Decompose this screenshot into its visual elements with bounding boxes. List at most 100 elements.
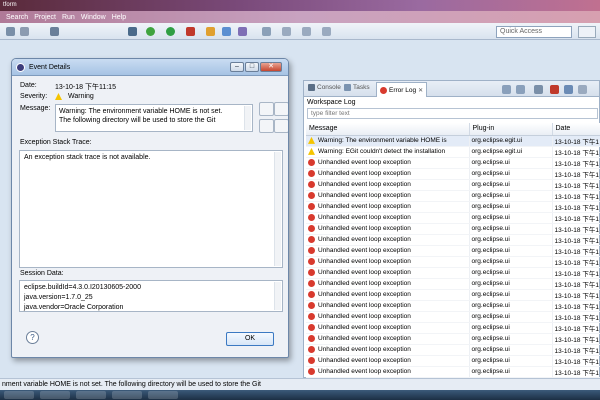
tab-error-log[interactable]: Error Log ✕ <box>376 82 428 97</box>
plugin-cell: org.eclipse.ui <box>469 179 553 191</box>
table-row[interactable]: Unhandled event loop exceptionorg.eclips… <box>306 267 600 279</box>
copy-icon[interactable] <box>274 119 288 133</box>
menu-run[interactable]: Run <box>62 14 75 21</box>
menu-help[interactable]: Help <box>112 14 126 21</box>
previous-entry-button[interactable] <box>259 102 274 116</box>
table-row[interactable]: Unhandled event loop exceptionorg.eclips… <box>306 322 600 334</box>
help-icon[interactable]: ? <box>26 331 39 344</box>
column-header-plugin[interactable]: Plug-in <box>469 123 553 136</box>
severity-value-group: Warning <box>55 93 94 100</box>
error-icon <box>308 224 315 232</box>
restore-icon[interactable] <box>578 85 587 94</box>
print-icon[interactable] <box>20 27 29 36</box>
export-log-icon[interactable] <box>502 85 511 94</box>
close-icon[interactable]: ✕ <box>418 87 423 94</box>
message-cell: Unhandled event loop exception <box>306 245 470 257</box>
table-row[interactable]: Unhandled event loop exceptionorg.eclips… <box>306 366 600 378</box>
table-row[interactable]: Unhandled event loop exceptionorg.eclips… <box>306 245 600 257</box>
message-label: Message: <box>20 105 51 112</box>
sort-icon[interactable] <box>259 119 274 133</box>
annotation-icon[interactable] <box>282 27 291 36</box>
stack-trace-area[interactable]: An exception stack trace is not availabl… <box>19 150 283 268</box>
filter-input[interactable]: type filter text <box>307 108 598 119</box>
new-package-icon[interactable] <box>206 27 215 36</box>
message-cell: Unhandled event loop exception <box>306 267 470 279</box>
table-row[interactable]: Unhandled event loop exceptionorg.eclips… <box>306 278 600 290</box>
skip-breakpoints-icon[interactable] <box>128 27 137 36</box>
search-toolbar-icon[interactable] <box>262 27 271 36</box>
table-row[interactable]: Unhandled event loop exceptionorg.eclips… <box>306 344 600 356</box>
plugin-cell: org.eclipse.ui <box>469 201 553 213</box>
quick-access-input[interactable]: Quick Access <box>496 26 572 38</box>
save-icon[interactable] <box>6 27 15 36</box>
ok-button[interactable]: OK <box>226 332 274 346</box>
trace-scrollbar[interactable] <box>274 152 281 266</box>
date-cell: 13-10-18 下午1 <box>552 212 600 224</box>
table-row[interactable]: Unhandled event loop exceptionorg.eclips… <box>306 355 600 367</box>
message-cell: Unhandled event loop exception <box>306 212 470 224</box>
new-class-icon[interactable] <box>222 27 231 36</box>
date-cell: 13-10-18 下午1 <box>552 223 600 235</box>
column-header-message[interactable]: Message <box>306 123 470 136</box>
tab-console[interactable]: Console <box>308 84 341 91</box>
session-scrollbar[interactable] <box>274 282 281 310</box>
table-row[interactable]: Unhandled event loop exceptionorg.eclips… <box>306 168 600 180</box>
menu-window[interactable]: Window <box>81 14 106 21</box>
menu-search[interactable]: Search <box>6 14 28 21</box>
table-row[interactable]: Unhandled event loop exceptionorg.eclips… <box>306 256 600 268</box>
plugin-cell: org.eclipse.ui <box>469 344 553 356</box>
table-row[interactable]: Unhandled event loop exceptionorg.eclips… <box>306 333 600 345</box>
table-row[interactable]: Unhandled event loop exceptionorg.eclips… <box>306 289 600 301</box>
taskbar-button[interactable] <box>40 391 70 399</box>
plugin-cell: org.eclipse.ui <box>469 289 553 301</box>
taskbar-button[interactable] <box>4 391 34 399</box>
table-row[interactable]: Unhandled event loop exceptionorg.eclips… <box>306 212 600 224</box>
maximize-icon[interactable]: □ <box>245 62 259 72</box>
message-cell: Unhandled event loop exception <box>306 311 470 323</box>
table-row[interactable]: Unhandled event loop exceptionorg.eclips… <box>306 311 600 323</box>
table-row[interactable]: Unhandled event loop exceptionorg.eclips… <box>306 201 600 213</box>
toggle-icon[interactable] <box>50 27 59 36</box>
minimize-icon[interactable]: – <box>230 62 244 72</box>
view-menu-icon[interactable] <box>534 85 543 94</box>
back-icon[interactable] <box>302 27 311 36</box>
delete-log-icon[interactable] <box>550 85 559 94</box>
menu-project[interactable]: Project <box>34 14 56 21</box>
message-scrollbar[interactable] <box>244 106 251 130</box>
debug-icon[interactable] <box>146 27 155 36</box>
plugin-cell: org.eclipse.ui <box>469 223 553 235</box>
severity-label: Severity: <box>20 93 48 100</box>
taskbar-button[interactable] <box>112 391 142 399</box>
clear-log-icon[interactable] <box>564 85 573 94</box>
open-type-icon[interactable] <box>238 27 247 36</box>
table-row[interactable]: Unhandled event loop exceptionorg.eclips… <box>306 190 600 202</box>
table-row[interactable]: Unhandled event loop exceptionorg.eclips… <box>306 157 600 169</box>
import-log-icon[interactable] <box>516 85 525 94</box>
date-cell: 13-10-18 下午1 <box>552 201 600 213</box>
table-row[interactable]: Unhandled event loop exceptionorg.eclips… <box>306 234 600 246</box>
plugin-cell: org.eclipse.ui <box>469 355 553 367</box>
taskbar-button[interactable] <box>76 391 106 399</box>
message-cell: Unhandled event loop exception <box>306 278 470 290</box>
message-cell: Unhandled event loop exception <box>306 179 470 191</box>
forward-icon[interactable] <box>322 27 331 36</box>
next-entry-button[interactable] <box>274 102 288 116</box>
table-row[interactable]: Warning: EGit couldn't detect the instal… <box>306 146 600 158</box>
table-row[interactable]: Unhandled event loop exceptionorg.eclips… <box>306 179 600 191</box>
session-data-area[interactable]: eclipse.buildId=4.3.0.I20130605-2000 jav… <box>19 280 283 312</box>
table-row[interactable]: Unhandled event loop exceptionorg.eclips… <box>306 223 600 235</box>
error-icon <box>308 334 315 342</box>
date-cell: 13-10-18 下午1 <box>552 344 600 356</box>
message-field[interactable]: Warning: The environment variable HOME i… <box>55 104 253 132</box>
taskbar-button[interactable] <box>148 391 178 399</box>
table-row[interactable]: Warning: The environment variable HOME i… <box>306 135 600 147</box>
column-header-date[interactable]: Date <box>552 123 600 136</box>
close-icon[interactable]: ✕ <box>260 62 282 72</box>
table-row[interactable]: Unhandled event loop exceptionorg.eclips… <box>306 300 600 312</box>
external-tools-icon[interactable] <box>186 27 195 36</box>
run-icon[interactable] <box>166 27 175 36</box>
perspective-button[interactable] <box>578 26 596 38</box>
date-cell: 13-10-18 下午1 <box>552 355 600 367</box>
tab-tasks[interactable]: Tasks <box>344 84 370 91</box>
date-cell: 13-10-18 下午1 <box>552 256 600 268</box>
